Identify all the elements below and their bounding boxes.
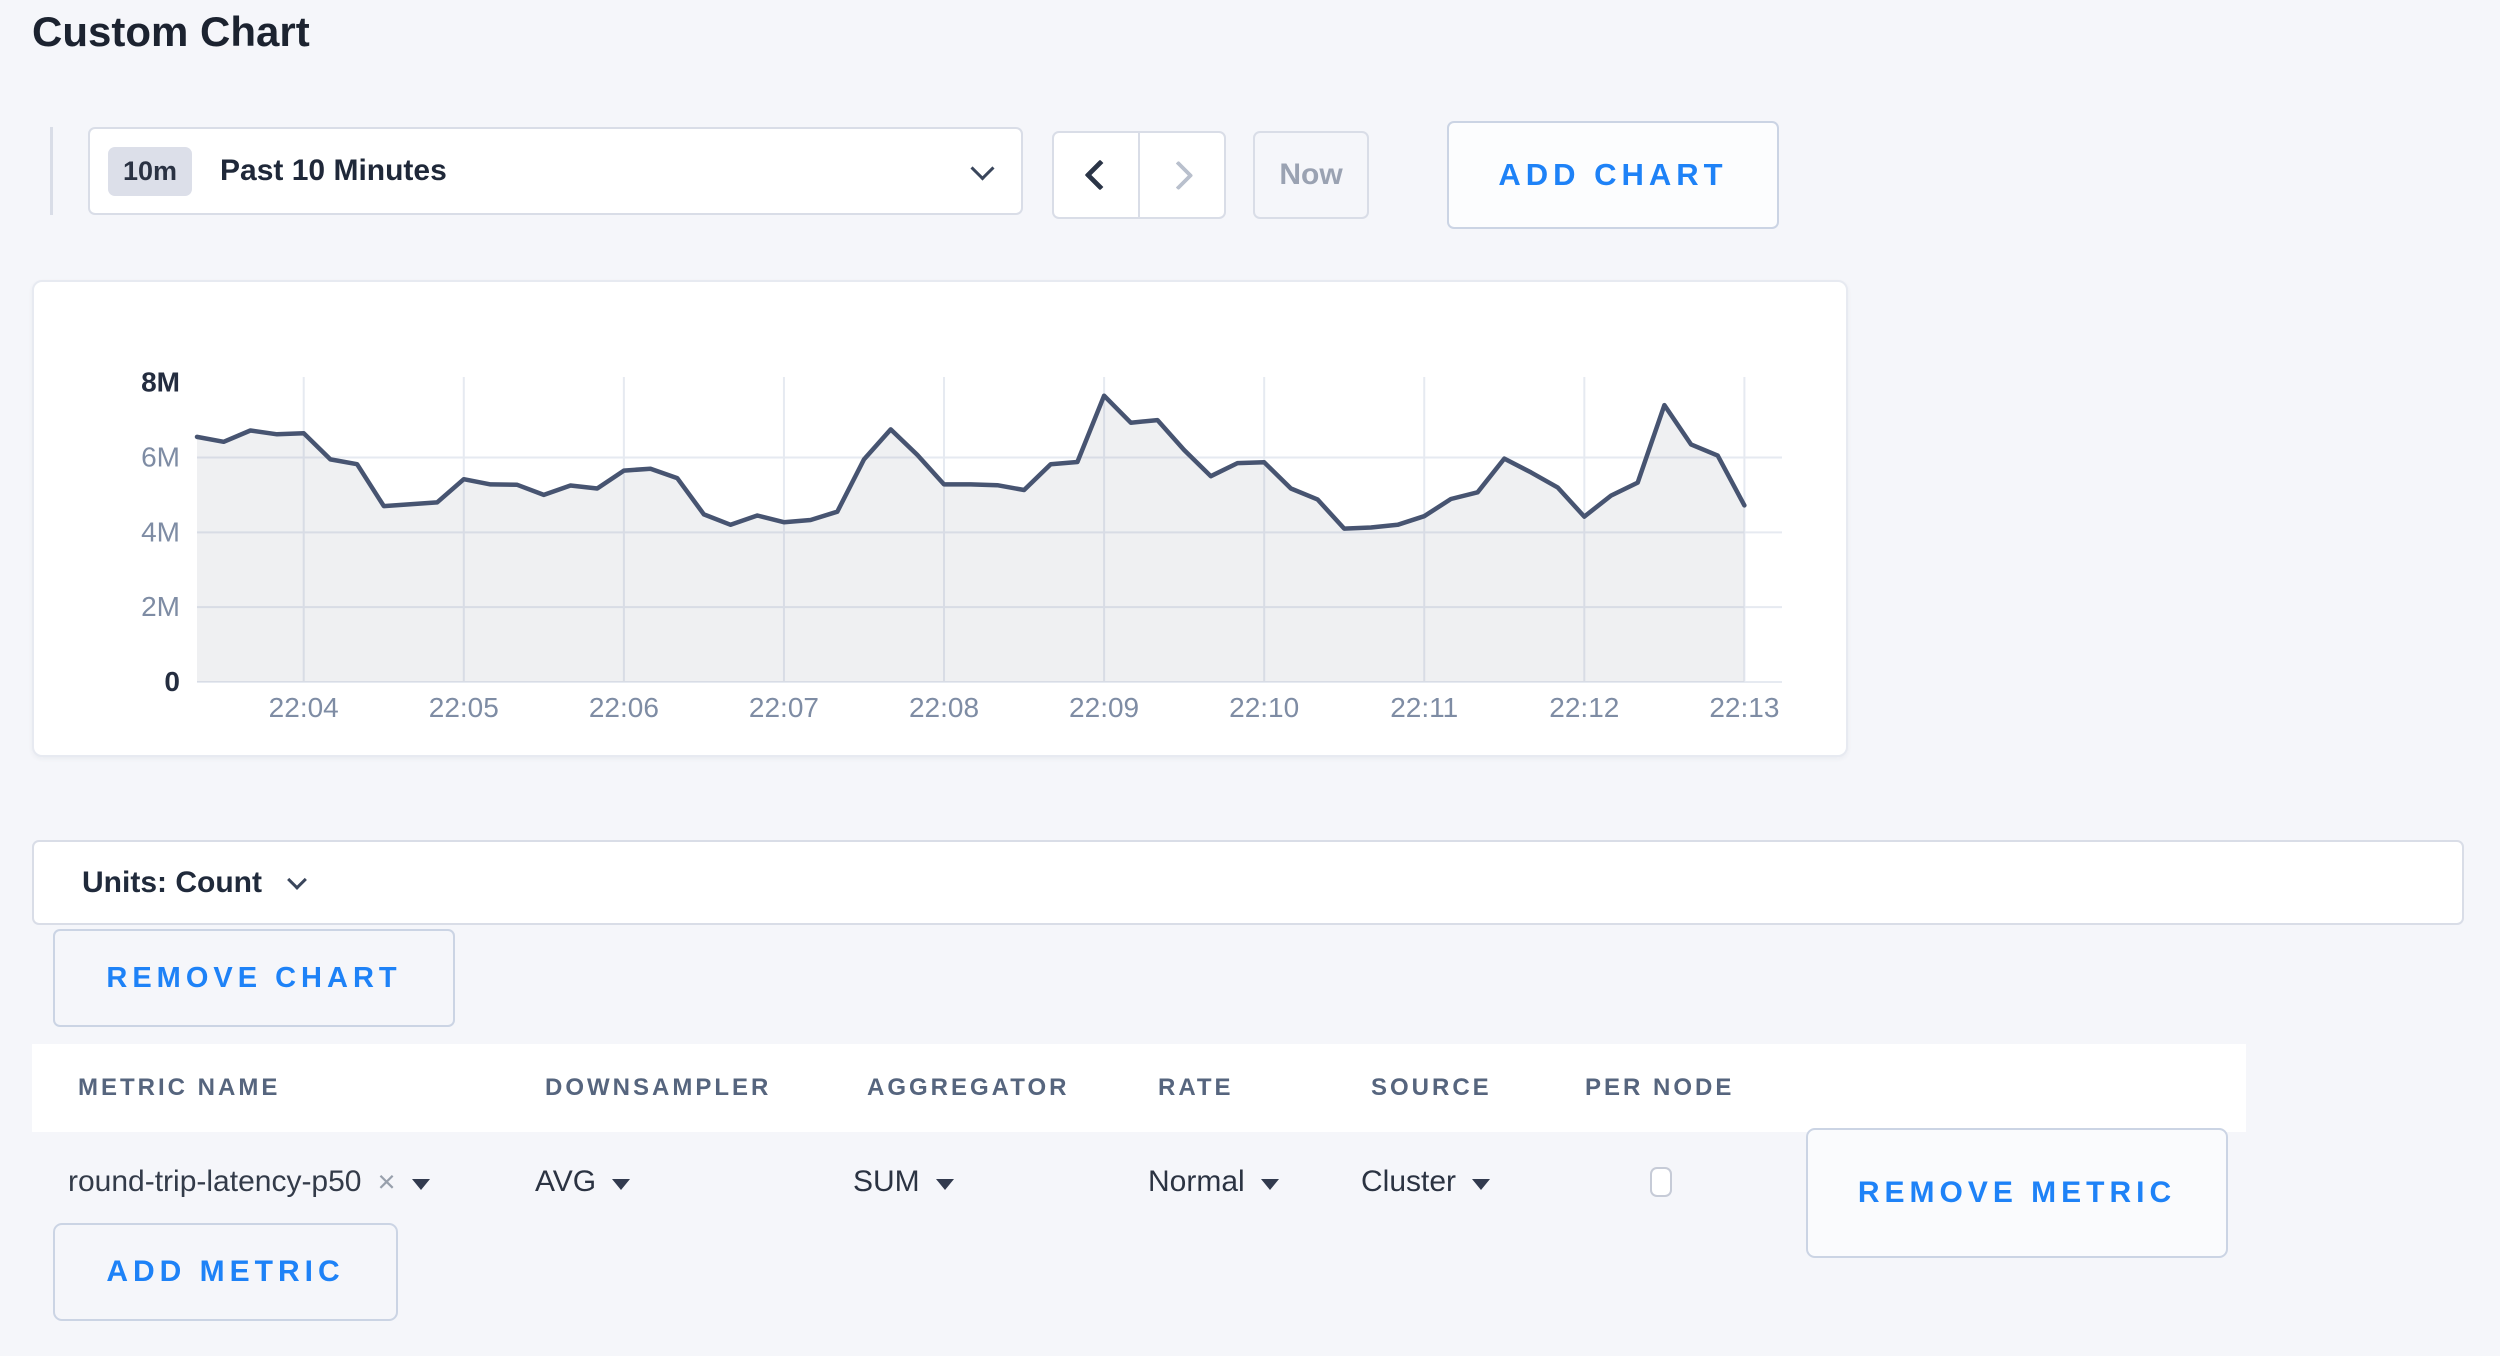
y-tick-label: 0 [164,666,180,697]
series-area [197,396,1744,682]
timeseries-chart[interactable]: 22:04 22:05 22:06 22:07 22:08 22:09 22:10 22:11… [34,282,1850,759]
x-tick-label: 22:05 [429,692,499,723]
metrics-table-header: METRIC NAME DOWNSAMPLER AGGREGATOR RATE … [32,1044,2246,1132]
y-tick-label: 2M [141,591,180,622]
units-label: Units: Count [82,866,262,900]
y-tick-label: 6M [141,441,180,472]
units-dropdown[interactable]: Units: Count [32,840,2464,925]
col-header-metric-name: METRIC NAME [78,1074,280,1102]
custom-chart-page: Custom Chart 10m Past 10 Minutes Now ADD… [0,0,2500,1356]
x-tick-label: 22:11 [1390,692,1458,723]
per-node-checkbox[interactable] [1650,1167,1672,1197]
caret-down-icon [612,1179,630,1190]
chevron-right-icon [1163,160,1193,190]
time-range-label: Past 10 Minutes [220,154,447,188]
col-header-downsampler: DOWNSAMPLER [545,1074,771,1102]
x-tick-label: 22:08 [909,692,979,723]
add-metric-button[interactable]: ADD METRIC [53,1223,398,1321]
clear-metric-icon[interactable]: × [377,1164,395,1200]
x-tick-label: 22:12 [1549,692,1619,723]
caret-down-icon [1472,1179,1490,1190]
x-tick-label: 22:09 [1069,692,1139,723]
x-tick-label: 22:06 [589,692,659,723]
remove-metric-button[interactable]: REMOVE METRIC [1806,1128,2228,1258]
time-range-select[interactable]: 10m Past 10 Minutes [88,127,1023,215]
aggregator-value: SUM [853,1165,920,1199]
now-button[interactable]: Now [1253,131,1369,219]
x-tick-label: 22:07 [749,692,819,723]
rate-dropdown[interactable]: Normal [1148,1160,1279,1204]
caret-down-icon [936,1179,954,1190]
col-header-source: SOURCE [1371,1074,1492,1102]
y-tick-label: 8M [141,367,180,398]
x-tick-label: 22:10 [1229,692,1299,723]
time-back-button[interactable] [1054,133,1138,217]
x-tick-label: 22:13 [1709,692,1779,723]
source-value: Cluster [1361,1165,1456,1199]
col-header-per-node: PER NODE [1585,1074,1734,1102]
chevron-down-icon [287,870,307,890]
aggregator-dropdown[interactable]: SUM [853,1160,954,1204]
caret-down-icon [1261,1179,1279,1190]
caret-down-icon [412,1179,430,1190]
time-nav-group [1052,131,1226,219]
time-range-badge: 10m [108,147,192,196]
toolbar-divider [50,127,53,215]
chevron-down-icon [970,156,994,180]
page-title: Custom Chart [32,8,310,56]
col-header-rate: RATE [1158,1074,1234,1102]
rate-value: Normal [1148,1165,1245,1199]
chevron-left-icon [1084,159,1115,190]
remove-chart-button[interactable]: REMOVE CHART [53,929,455,1027]
downsampler-value: AVG [535,1165,596,1199]
col-header-aggregator: AGGREGATOR [867,1074,1069,1102]
downsampler-dropdown[interactable]: AVG [535,1160,630,1204]
time-forward-button[interactable] [1138,133,1224,217]
x-tick-label: 22:04 [269,692,339,723]
metric-name-value: round-trip-latency-p50 [68,1165,361,1199]
source-dropdown[interactable]: Cluster [1361,1160,1490,1204]
y-tick-label: 4M [141,516,180,547]
chart-card: 22:04 22:05 22:06 22:07 22:08 22:09 22:10 22:11… [32,280,1848,757]
add-chart-button[interactable]: ADD CHART [1447,121,1779,229]
metric-name-dropdown[interactable]: round-trip-latency-p50 × [68,1160,430,1204]
